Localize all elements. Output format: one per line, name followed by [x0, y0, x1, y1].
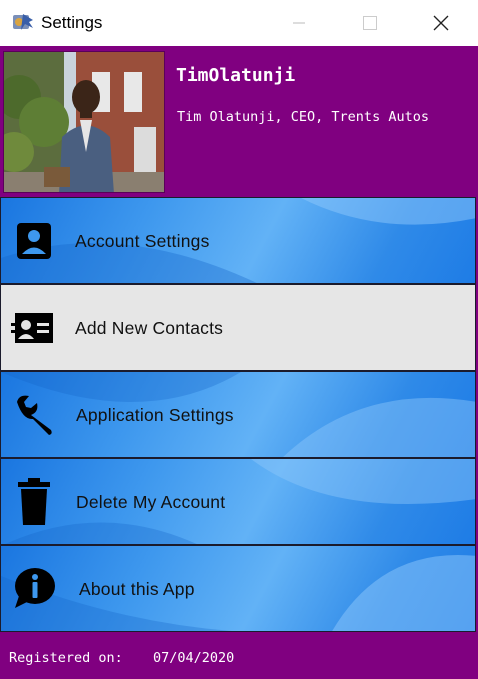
- trash-icon: [9, 477, 59, 527]
- menu-item-label: Delete My Account: [76, 492, 226, 512]
- menu-item-label: Application Settings: [76, 405, 234, 425]
- menu-item-label: About this App: [79, 579, 195, 599]
- maximize-button[interactable]: [347, 0, 393, 46]
- close-button[interactable]: [418, 0, 464, 46]
- wrench-icon: [9, 390, 59, 440]
- menu-item-label: Add New Contacts: [75, 318, 224, 338]
- minimize-button[interactable]: [276, 0, 322, 46]
- window-title: Settings: [41, 13, 103, 32]
- settings-menu: Account Settings Add New Contacts Applic…: [0, 197, 476, 632]
- profile-description[interactable]: Tim Olatunji, CEO, Trents Autos: [177, 109, 429, 125]
- background-swoosh: [5, 459, 475, 544]
- background-swoosh: [1, 555, 475, 631]
- minimize-icon: [293, 22, 305, 24]
- menu-item-label: Account Settings: [75, 231, 210, 251]
- menu-item-account-settings[interactable]: Account Settings: [0, 197, 476, 284]
- registered-date: 07/04/2020: [153, 650, 235, 666]
- user-card-icon: [9, 216, 59, 266]
- footer: Registered on: 07/04/2020: [0, 632, 478, 679]
- background-swoosh: [1, 372, 475, 457]
- registered-label: Registered on:: [9, 650, 123, 666]
- info-bubble-icon: [9, 564, 59, 614]
- maximize-icon: [363, 16, 377, 30]
- menu-item-add-new-contacts[interactable]: Add New Contacts: [0, 284, 476, 371]
- profile-header: TimOlatunji Tim Olatunji, CEO, Trents Au…: [0, 46, 478, 197]
- app-icon: [11, 10, 35, 34]
- background-swoosh: [1, 198, 475, 283]
- menu-item-delete-my-account[interactable]: Delete My Account: [0, 458, 476, 545]
- menu-item-application-settings[interactable]: Application Settings: [0, 371, 476, 458]
- title-bar: Settings: [0, 0, 478, 46]
- profile-photo[interactable]: [3, 51, 165, 193]
- contact-card-icon: [9, 303, 59, 353]
- close-icon: [433, 15, 449, 31]
- profile-name: TimOlatunji: [176, 65, 296, 86]
- menu-item-about-this-app[interactable]: About this App: [0, 545, 476, 632]
